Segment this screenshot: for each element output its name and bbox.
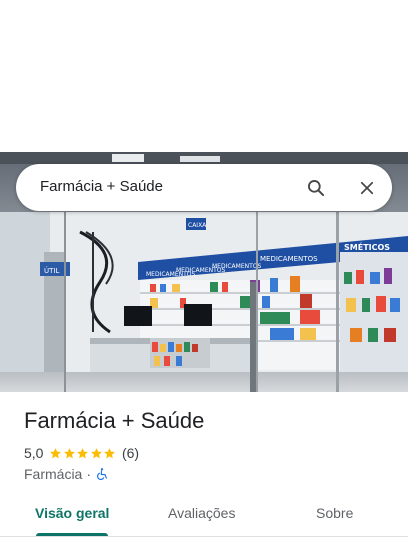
star-icon [104,447,116,458]
star-rating [49,447,117,460]
tab-about[interactable]: Sobre [316,505,353,521]
separator-dot: · [86,466,92,482]
place-category: Farmácia [24,466,83,482]
search-bar[interactable]: Farmácia + Saúde [16,164,392,211]
wheelchair-icon [97,468,107,480]
rating-value: 5,0 [24,445,44,461]
tab-divider [0,536,408,537]
close-icon [360,181,374,195]
review-count[interactable]: (6) [122,445,139,461]
search-button[interactable] [301,173,331,203]
star-icon [91,447,102,458]
place-title: Farmácia + Saúde [24,408,205,433]
star-icon [64,447,75,458]
sign-cosmeticos: SMÉTICOS [344,241,390,252]
tab-bar: Visão geral Avaliações Sobre [0,494,408,537]
sign-medicamentos: MEDICAMENTOS [260,255,318,263]
sign-util: ÚTIL [44,266,59,275]
star-icon [50,447,62,458]
tab-reviews[interactable]: Avaliações [168,505,235,521]
sign-caixa: CAIXA [188,222,207,229]
category-row: Farmácia · [24,465,109,483]
search-input[interactable]: Farmácia + Saúde [40,178,163,195]
star-icon [77,447,89,458]
search-icon [308,180,325,197]
rating-row[interactable]: 5,0 (6) [24,444,139,462]
svg-text:MEDICAMENTOS: MEDICAMENTOS [212,263,261,270]
close-button[interactable] [352,173,382,203]
tab-overview[interactable]: Visão geral [35,505,109,521]
